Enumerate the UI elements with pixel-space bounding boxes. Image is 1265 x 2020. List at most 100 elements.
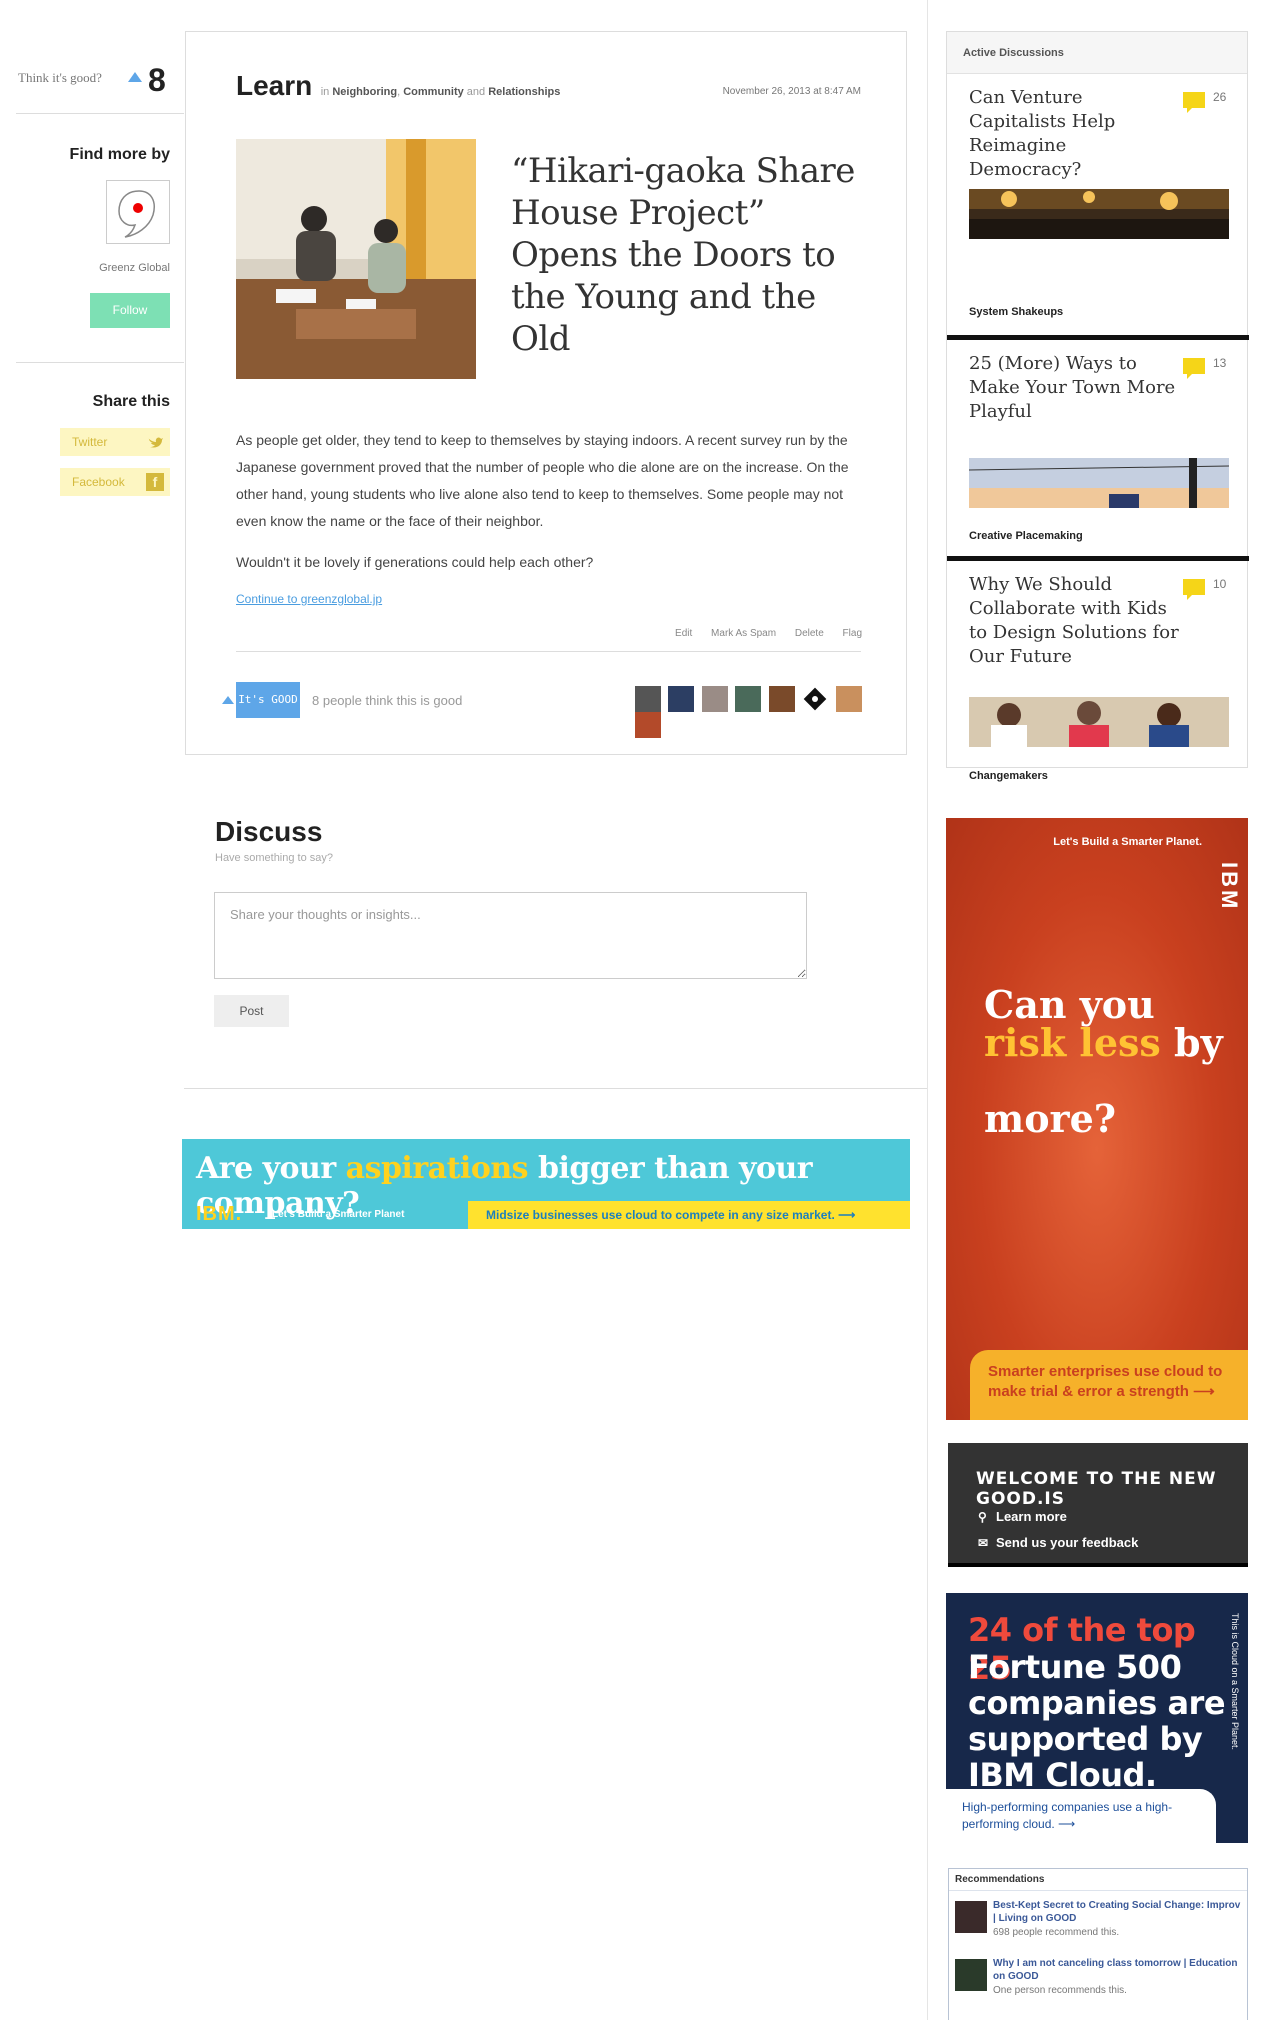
- article-header: Learn in Neighboring, Community and Rela…: [236, 70, 861, 101]
- recommendation-title[interactable]: Why I am not canceling class tomorrow | …: [993, 1957, 1241, 1983]
- continue-link[interactable]: Continue to greenzglobal.jp: [236, 592, 382, 606]
- search-icon: ⚲: [978, 1510, 987, 1524]
- ibm-cloud-ad[interactable]: 24 of the top 25 Fortune 500 companies a…: [946, 1593, 1248, 1843]
- ad-tagline: Let's Build a Smarter Planet.: [1053, 836, 1202, 848]
- divider: [16, 362, 184, 363]
- feedback-label: Send us your feedback: [996, 1535, 1139, 1550]
- discussion-category[interactable]: Creative Placemaking: [969, 530, 1083, 542]
- category-tags: in Neighboring, Community and Relationsh…: [320, 86, 561, 98]
- recommendation-thumbnail: [955, 1959, 987, 1991]
- avatar[interactable]: [802, 686, 829, 712]
- discuss-heading: Discuss: [215, 816, 323, 847]
- ad-cta[interactable]: High-performing companies use a high-per…: [946, 1789, 1216, 1843]
- comment-bubble-icon: [1183, 579, 1205, 600]
- share-heading: Share this: [92, 393, 170, 410]
- supporter-avatars: [635, 686, 872, 738]
- follow-button[interactable]: Follow: [90, 293, 170, 328]
- article-title: “Hikari-gaoka Share House Project” Opens…: [511, 151, 855, 359]
- its-good-button[interactable]: It's GOOD: [236, 682, 300, 718]
- author-name[interactable]: Greenz Global: [99, 262, 170, 274]
- learn-more-label: Learn more: [996, 1509, 1067, 1524]
- think-good-prompt: Think it's good?: [18, 70, 102, 85]
- recommendation-item[interactable]: Best-Kept Secret to Creating Social Chan…: [955, 1899, 1241, 1949]
- tag-community[interactable]: Community: [403, 86, 464, 98]
- and-word: and: [466, 86, 486, 98]
- discussion-title[interactable]: Why We Should Collaborate with Kids to D…: [969, 573, 1179, 669]
- upvote-arrow-icon[interactable]: [128, 72, 142, 82]
- recommendation-meta: One person recommends this.: [993, 1985, 1127, 1996]
- recommendation-thumbnail: [955, 1901, 987, 1933]
- ibm-banner-ad[interactable]: Are your aspirations bigger than your co…: [182, 1139, 910, 1229]
- flag-link[interactable]: Flag: [843, 628, 862, 639]
- ibm-tall-ad[interactable]: Let's Build a Smarter Planet. IBM Can yo…: [946, 818, 1248, 1420]
- banner-cta[interactable]: Midsize businesses use cloud to compete …: [468, 1201, 910, 1229]
- avatar[interactable]: [635, 686, 661, 712]
- feedback-link[interactable]: ✉ Send us your feedback: [978, 1535, 1138, 1550]
- delete-link[interactable]: Delete: [795, 628, 824, 639]
- avatar[interactable]: [768, 686, 795, 712]
- recommendations-widget: Recommendations Best-Kept Secret to Crea…: [948, 1868, 1248, 2020]
- comment-input[interactable]: [214, 892, 807, 979]
- post-button[interactable]: Post: [214, 995, 289, 1027]
- discussion-title[interactable]: 25 (More) Ways to Make Your Town More Pl…: [969, 352, 1179, 424]
- column-divider: [927, 0, 928, 2020]
- avatar[interactable]: [701, 686, 728, 712]
- envelope-icon: ✉: [978, 1536, 989, 1550]
- discussion-item[interactable]: Why We Should Collaborate with Kids to D…: [947, 561, 1249, 801]
- comment-count: 13: [1213, 356, 1227, 370]
- comment-bubble-icon: [1183, 358, 1205, 379]
- discussion-category[interactable]: Changemakers: [969, 770, 1048, 782]
- facebook-share-button[interactable]: Facebook f: [60, 468, 170, 496]
- tag-relationships[interactable]: Relationships: [488, 86, 560, 98]
- discuss-subtitle: Have something to say?: [215, 852, 334, 864]
- facebook-label: Facebook: [72, 475, 125, 489]
- comment-bubble-icon: [1183, 92, 1205, 113]
- ibm-logo-icon: IBM: [1217, 862, 1242, 912]
- twitter-label: Twitter: [72, 435, 108, 449]
- banner-headline-highlight: aspirations: [345, 1151, 529, 1186]
- divider: [184, 1088, 927, 1089]
- discussion-image: [969, 697, 1229, 747]
- good-count: 8: [148, 62, 166, 98]
- mark-spam-link[interactable]: Mark As Spam: [711, 628, 776, 639]
- comment-count: 26: [1213, 90, 1227, 104]
- twitter-bird-icon: [146, 433, 164, 451]
- divider: [16, 113, 184, 114]
- article-body: As people get older, they tend to keep t…: [236, 427, 861, 590]
- article-paragraph: As people get older, they tend to keep t…: [236, 432, 849, 529]
- upvote-arrow-icon: [222, 696, 234, 704]
- author-avatar[interactable]: [106, 180, 170, 244]
- recommendation-item[interactable]: Why I am not canceling class tomorrow | …: [955, 1957, 1241, 2007]
- banner-headline-pre: Are your: [196, 1151, 346, 1186]
- ad-cta[interactable]: Smarter enterprises use cloud to make tr…: [970, 1350, 1248, 1420]
- avatar[interactable]: [635, 712, 661, 738]
- ad-headline-rest: by: [1160, 1020, 1223, 1065]
- article-image: [236, 139, 476, 379]
- find-more-heading: Find more by: [69, 146, 170, 163]
- category-title[interactable]: Learn: [236, 70, 312, 101]
- ad-headline-line3: more?: [984, 1096, 1117, 1141]
- twitter-share-button[interactable]: Twitter: [60, 428, 170, 456]
- recommendations-heading: Recommendations: [949, 1869, 1247, 1891]
- edit-link[interactable]: Edit: [675, 628, 692, 639]
- discussion-image: [969, 189, 1229, 239]
- facebook-icon: f: [146, 473, 164, 491]
- discussion-title[interactable]: Can Venture Capitalists Help Reimagine D…: [969, 86, 1179, 182]
- active-discussions: Active Discussions Can Venture Capitalis…: [946, 31, 1249, 782]
- welcome-title: WELCOME TO THE NEW GOOD.IS: [976, 1469, 1217, 1509]
- discussion-category[interactable]: System Shakeups: [969, 306, 1063, 318]
- welcome-box: WELCOME TO THE NEW GOOD.IS ⚲ Learn more ✉…: [948, 1443, 1248, 1567]
- tag-neighboring[interactable]: Neighboring: [332, 86, 397, 98]
- post-date: November 26, 2013 at 8:47 AM: [722, 86, 861, 97]
- in-word: in: [320, 86, 330, 98]
- avatar[interactable]: [735, 686, 762, 712]
- recommendation-title[interactable]: Best-Kept Secret to Creating Social Chan…: [993, 1899, 1241, 1925]
- avatar[interactable]: [835, 686, 862, 712]
- ibm-logo-icon: IBM.: [196, 1203, 243, 1225]
- learn-more-link[interactable]: ⚲ Learn more: [978, 1509, 1067, 1524]
- admin-links: Edit Mark As Spam Delete Flag: [659, 628, 862, 639]
- comment-count: 10: [1213, 577, 1227, 591]
- avatar[interactable]: [668, 686, 695, 712]
- discussion-item[interactable]: Can Venture Capitalists Help Reimagine D…: [947, 74, 1249, 340]
- discussion-item[interactable]: 25 (More) Ways to Make Your Town More Pl…: [947, 340, 1249, 561]
